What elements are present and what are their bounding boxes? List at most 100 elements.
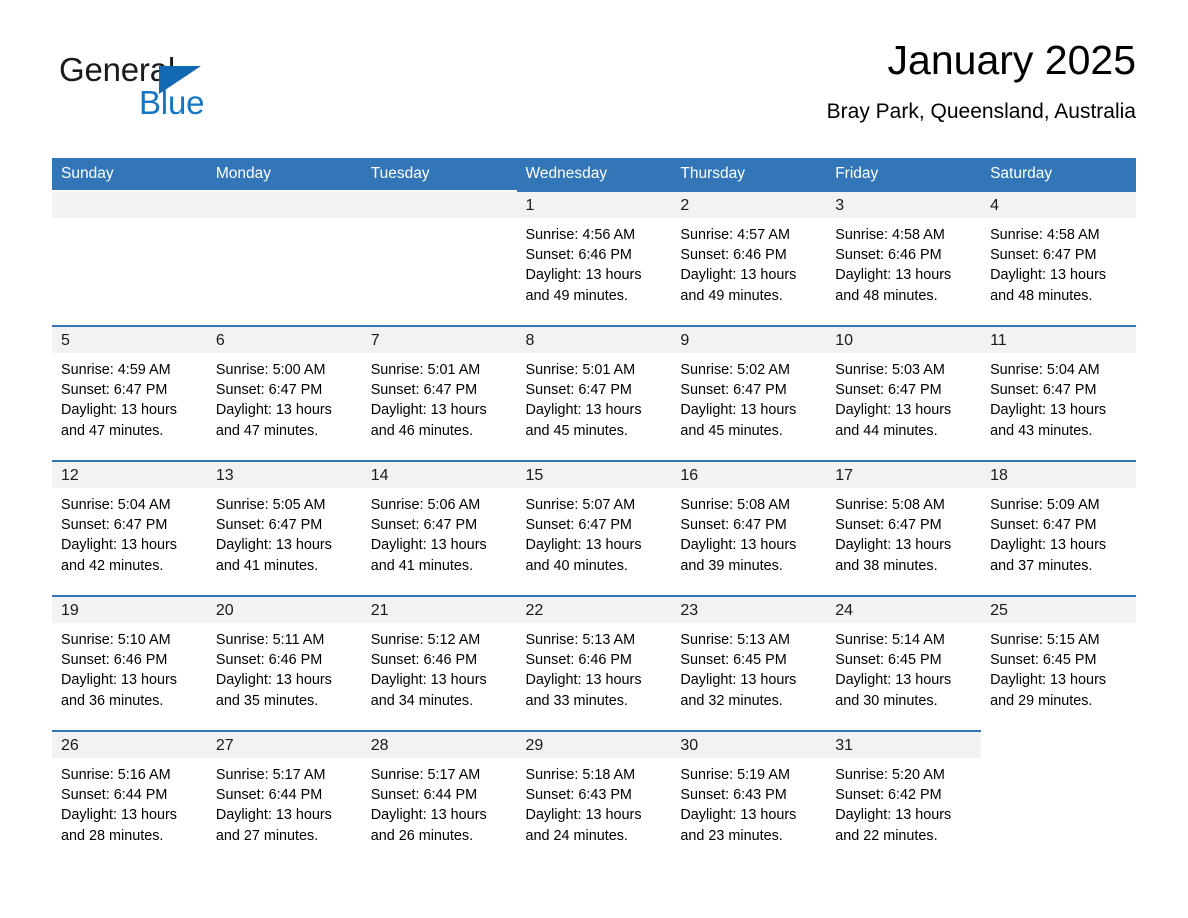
daylight-duration-line2: and 47 minutes. — [61, 422, 164, 439]
calendar-day-cell[interactable]: 19 Sunrise: 5:10 AM Sunset: 6:46 PM Dayligh… — [52, 595, 207, 731]
calendar-day-cell[interactable]: 4 Sunrise: 4:58 AM Sunset: 6:47 PM Daylight… — [981, 190, 1136, 326]
day-number: 6 — [206, 327, 362, 353]
sunset-time: Sunset: 6:47 PM — [525, 382, 632, 399]
day-number: 15 — [516, 462, 672, 488]
sunrise-time: Sunrise: 5:09 AM — [990, 497, 1100, 513]
sunrise-time: Sunrise: 5:08 AM — [680, 497, 790, 513]
calendar-day-cell[interactable]: 25 Sunrise: 5:15 AM Sunset: 6:45 PM Dayligh… — [981, 595, 1136, 731]
daylight-duration-line2: and 36 minutes. — [61, 692, 164, 709]
day-number: 1 — [516, 192, 672, 218]
calendar-day-cell[interactable]: 23 Sunrise: 5:13 AM Sunset: 6:45 PM Dayligh… — [671, 595, 827, 731]
daylight-duration-line1: Daylight: 13 hours — [525, 807, 642, 824]
calendar-body: 1 Sunrise: 4:56 AM Sunset: 6:46 PM Daylight… — [52, 190, 1136, 866]
day-details: Sunrise: 4:57 AM Sunset: 6:46 PM Daylight:… — [671, 218, 826, 306]
day-details: Sunrise: 4:59 AM Sunset: 6:47 PM Daylight:… — [52, 353, 207, 441]
sunrise-time: Sunrise: 5:01 AM — [525, 362, 636, 378]
sunrise-time: Sunrise: 4:58 AM — [990, 227, 1100, 243]
calendar-day-cell[interactable]: 8 Sunrise: 5:01 AM Sunset: 6:47 PM Daylight… — [516, 325, 672, 461]
calendar-day-cell[interactable]: 5 Sunrise: 4:59 AM Sunset: 6:47 PM Daylight… — [52, 325, 207, 461]
daylight-duration-line2: and 45 minutes. — [525, 422, 628, 439]
sunset-time: Sunset: 6:47 PM — [990, 247, 1097, 264]
calendar-day-cell[interactable]: 13 Sunrise: 5:05 AM Sunset: 6:47 PM Dayligh… — [206, 460, 362, 596]
sunset-time: Sunset: 6:47 PM — [990, 517, 1097, 534]
day-number — [206, 192, 362, 218]
calendar-day-cell[interactable]: 14 Sunrise: 5:06 AM Sunset: 6:47 PM Dayligh… — [361, 460, 517, 596]
sunrise-time: Sunrise: 5:14 AM — [835, 632, 945, 648]
sunrise-time: Sunrise: 5:06 AM — [370, 497, 481, 513]
day-number: 19 — [52, 597, 207, 623]
calendar-day-cell[interactable]: 12 Sunrise: 5:04 AM Sunset: 6:47 PM Dayligh… — [52, 460, 207, 596]
day-details: Sunrise: 5:09 AM Sunset: 6:47 PM Daylight:… — [981, 488, 1136, 576]
day-number — [361, 192, 517, 218]
general-blue-logo[interactable]: General Blue — [59, 53, 249, 125]
calendar-day-cell[interactable]: 21 Sunrise: 5:12 AM Sunset: 6:46 PM Dayligh… — [361, 595, 517, 731]
daylight-duration-line2: and 27 minutes. — [215, 827, 319, 844]
daylight-duration-line1: Daylight: 13 hours — [835, 672, 952, 689]
weekday-header-thursday: Thursday — [671, 158, 827, 191]
calendar-day-cell[interactable]: 31 Sunrise: 5:20 AM Sunset: 6:42 PM Dayligh… — [826, 730, 982, 866]
sunrise-time: Sunrise: 5:16 AM — [61, 767, 171, 783]
daylight-duration-line1: Daylight: 13 hours — [215, 807, 332, 824]
calendar-day-cell[interactable]: 17 Sunrise: 5:08 AM Sunset: 6:47 PM Dayligh… — [826, 460, 982, 596]
day-number: 24 — [826, 597, 982, 623]
daylight-duration-line1: Daylight: 13 hours — [680, 807, 797, 824]
calendar-day-cell[interactable]: 20 Sunrise: 5:11 AM Sunset: 6:46 PM Dayligh… — [206, 595, 362, 731]
day-number: 16 — [671, 462, 827, 488]
calendar-day-cell[interactable]: 3 Sunrise: 4:58 AM Sunset: 6:46 PM Daylight… — [826, 190, 982, 326]
calendar-day-cell[interactable]: 28 Sunrise: 5:17 AM Sunset: 6:44 PM Dayligh… — [361, 730, 517, 866]
daylight-duration-line1: Daylight: 13 hours — [370, 537, 487, 554]
calendar-day-cell[interactable]: 2 Sunrise: 4:57 AM Sunset: 6:46 PM Daylight… — [671, 190, 827, 326]
calendar-day-cell[interactable]: 24 Sunrise: 5:14 AM Sunset: 6:45 PM Dayligh… — [826, 595, 982, 731]
page-header: General Blue January 2025 Bray Park, Que… — [52, 37, 1136, 148]
calendar-table: Sunday Monday Tuesday Wednesday Thursday… — [52, 158, 1136, 866]
day-number: 28 — [361, 732, 517, 758]
title-block: January 2025 Bray Park, Queensland, Aust… — [826, 37, 1136, 124]
sunrise-time: Sunrise: 4:58 AM — [835, 227, 945, 243]
daylight-duration-line2: and 22 minutes. — [835, 827, 938, 844]
calendar-day-cell[interactable]: 22 Sunrise: 5:13 AM Sunset: 6:46 PM Dayligh… — [516, 595, 672, 731]
calendar-day-cell[interactable]: 29 Sunrise: 5:18 AM Sunset: 6:43 PM Dayligh… — [516, 730, 672, 866]
sunset-time: Sunset: 6:47 PM — [215, 517, 323, 534]
calendar-day-cell[interactable]: 6 Sunrise: 5:00 AM Sunset: 6:47 PM Daylight… — [206, 325, 362, 461]
daylight-duration-line1: Daylight: 13 hours — [525, 672, 642, 689]
day-number — [52, 192, 207, 218]
day-details: Sunrise: 5:05 AM Sunset: 6:47 PM Daylight:… — [207, 488, 362, 576]
daylight-duration-line1: Daylight: 13 hours — [680, 402, 797, 419]
calendar-day-cell[interactable]: 7 Sunrise: 5:01 AM Sunset: 6:47 PM Daylight… — [361, 325, 517, 461]
day-number: 17 — [826, 462, 982, 488]
sunset-time: Sunset: 6:43 PM — [525, 787, 632, 804]
calendar-day-cell[interactable]: 27 Sunrise: 5:17 AM Sunset: 6:44 PM Dayligh… — [206, 730, 362, 866]
daylight-duration-line2: and 33 minutes. — [525, 692, 628, 709]
calendar-day-cell[interactable]: 11 Sunrise: 5:04 AM Sunset: 6:47 PM Dayligh… — [981, 325, 1136, 461]
day-details: Sunrise: 5:10 AM Sunset: 6:46 PM Daylight:… — [52, 623, 207, 711]
day-number: 8 — [516, 327, 672, 353]
calendar-day-cell[interactable]: 16 Sunrise: 5:08 AM Sunset: 6:47 PM Dayligh… — [671, 460, 827, 596]
calendar-week-row: 19 Sunrise: 5:10 AM Sunset: 6:46 PM Dayligh… — [52, 595, 1136, 731]
day-number: 29 — [516, 732, 672, 758]
daylight-duration-line2: and 47 minutes. — [215, 422, 319, 439]
location-subtitle: Bray Park, Queensland, Australia — [826, 100, 1136, 124]
sunset-time: Sunset: 6:47 PM — [370, 517, 478, 534]
sunset-time: Sunset: 6:46 PM — [61, 652, 168, 669]
sunset-time: Sunset: 6:42 PM — [835, 787, 942, 804]
calendar-empty-cell — [206, 190, 362, 326]
daylight-duration-line2: and 44 minutes. — [835, 422, 938, 439]
day-number: 4 — [981, 192, 1136, 218]
sunset-time: Sunset: 6:46 PM — [835, 247, 942, 264]
logo-text-general: General — [59, 51, 176, 88]
daylight-duration-line2: and 24 minutes. — [525, 827, 628, 844]
calendar-day-cell[interactable]: 10 Sunrise: 5:03 AM Sunset: 6:47 PM Dayligh… — [826, 325, 982, 461]
calendar-day-cell[interactable]: 15 Sunrise: 5:07 AM Sunset: 6:47 PM Dayligh… — [516, 460, 672, 596]
calendar-day-cell[interactable]: 1 Sunrise: 4:56 AM Sunset: 6:46 PM Daylight… — [516, 190, 672, 326]
calendar-day-cell[interactable]: 18 Sunrise: 5:09 AM Sunset: 6:47 PM Dayligh… — [981, 460, 1136, 596]
calendar-week-row: 5 Sunrise: 4:59 AM Sunset: 6:47 PM Daylight… — [52, 325, 1136, 461]
calendar-day-cell[interactable]: 26 Sunrise: 5:16 AM Sunset: 6:44 PM Dayligh… — [52, 730, 207, 866]
day-details: Sunrise: 5:04 AM Sunset: 6:47 PM Daylight:… — [52, 488, 207, 576]
daylight-duration-line1: Daylight: 13 hours — [990, 402, 1107, 419]
calendar-day-cell[interactable]: 9 Sunrise: 5:02 AM Sunset: 6:47 PM Daylight… — [671, 325, 827, 461]
daylight-duration-line1: Daylight: 13 hours — [680, 672, 797, 689]
sunset-time: Sunset: 6:44 PM — [370, 787, 478, 804]
sunset-time: Sunset: 6:44 PM — [61, 787, 168, 804]
day-number: 11 — [981, 327, 1136, 353]
calendar-day-cell[interactable]: 30 Sunrise: 5:19 AM Sunset: 6:43 PM Dayligh… — [671, 730, 827, 866]
